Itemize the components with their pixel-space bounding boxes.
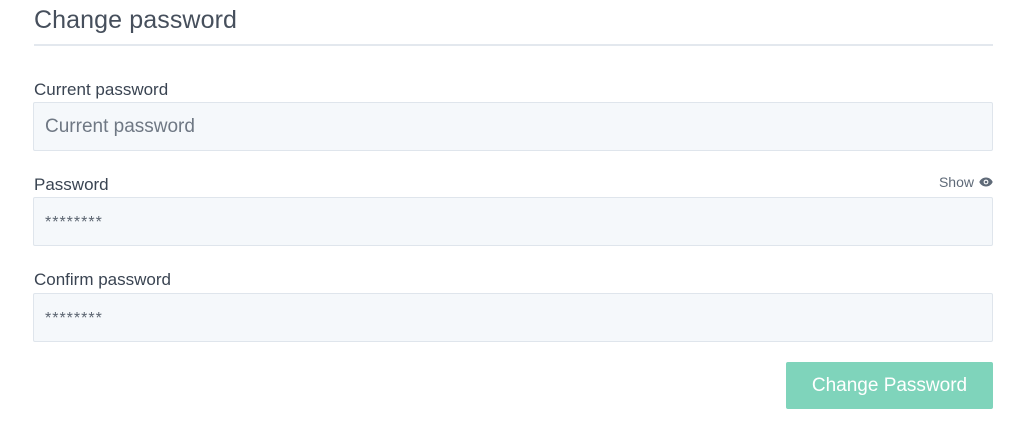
confirm-password-input[interactable]	[33, 293, 993, 342]
show-password-toggle[interactable]: Show	[939, 174, 993, 190]
page-title: Change password	[34, 6, 238, 34]
current-password-label: Current password	[34, 80, 169, 99]
confirm-password-label: Confirm password	[34, 270, 171, 289]
title-divider	[34, 44, 993, 46]
eye-icon	[979, 177, 993, 187]
change-password-button[interactable]: Change Password	[786, 362, 993, 409]
password-input[interactable]	[33, 197, 993, 246]
current-password-input[interactable]	[33, 102, 993, 151]
show-password-label: Show	[938, 174, 974, 190]
password-label: Password	[34, 175, 109, 194]
